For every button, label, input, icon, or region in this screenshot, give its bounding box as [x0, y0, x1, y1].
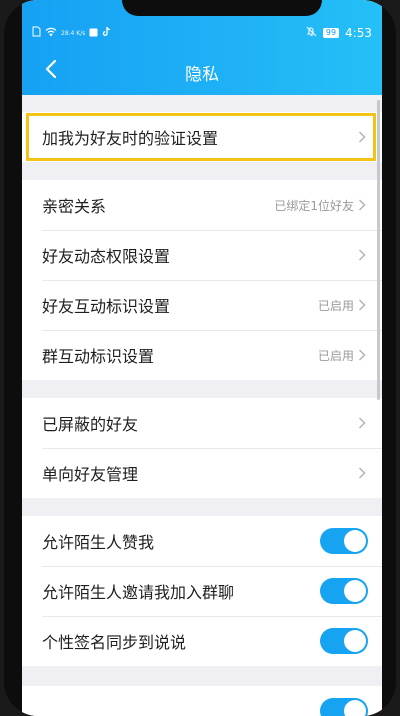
network-speed: 28.4 K/s: [61, 29, 86, 37]
chevron-right-icon: [358, 248, 368, 262]
status-bar: 28.4 K/s 99 4:53: [22, 22, 382, 44]
row-label: 个性签名同步到说说: [42, 633, 187, 652]
row-label: 允许陌生人赞我: [42, 533, 155, 552]
nav-bar: 隐私: [22, 48, 382, 94]
row-intimate-relationship[interactable]: 亲密关系 已绑定1位好友: [22, 180, 382, 230]
row-allow-stranger-group-invites: 允许陌生人邀请我加入群聊: [22, 566, 382, 616]
chevron-right-icon: [358, 130, 368, 144]
chevron-right-icon: [358, 466, 368, 480]
row-value: 已启用: [317, 348, 354, 363]
camera-notch: [122, 0, 322, 16]
row-feed-permissions[interactable]: 好友动态权限设置: [22, 230, 382, 280]
chevron-right-icon: [358, 348, 368, 362]
tiktok-icon: [102, 22, 111, 44]
row-label: 好友互动标识设置: [42, 297, 171, 316]
row-verification-settings[interactable]: 加我为好友时的验证设置: [22, 112, 382, 162]
mute-icon: [306, 22, 317, 44]
friends-group: 亲密关系 已绑定1位好友 好友动态权限设置 好友互动标识设置 已启用 群互动标识…: [22, 180, 382, 380]
page-title: 隐私: [185, 65, 219, 85]
phone-frame: 28.4 K/s 99 4:53 隐私 加我为好友时的验证设置 亲密关系 已绑定…: [4, 0, 396, 716]
verification-group: 加我为好友时的验证设置: [22, 112, 382, 162]
notification-icon: [89, 22, 98, 44]
toggle-switch[interactable]: [320, 698, 368, 716]
row-label: 已屏蔽的好友: [42, 415, 139, 434]
row-blocked-friends[interactable]: 已屏蔽的好友: [22, 398, 382, 448]
screen: 28.4 K/s 99 4:53 隐私 加我为好友时的验证设置 亲密关系 已绑定…: [22, 0, 382, 716]
row-label: 亲密关系: [42, 197, 107, 216]
row-allow-stranger-likes: 允许陌生人赞我: [22, 516, 382, 566]
status-right: 99 4:53: [306, 22, 372, 44]
status-left: 28.4 K/s: [32, 22, 111, 44]
row-sync-signature: 个性签名同步到说说: [22, 616, 382, 666]
next-group-partial: [22, 686, 382, 716]
chevron-right-icon: [358, 416, 368, 430]
chevron-right-icon: [358, 198, 368, 212]
row-label: 群互动标识设置: [42, 347, 155, 366]
toggle-switch[interactable]: [320, 628, 368, 654]
row-value: 已启用: [317, 298, 354, 313]
clock: 4:53: [345, 26, 372, 40]
row-group-interaction-badge[interactable]: 群互动标识设置 已启用: [22, 330, 382, 380]
blocked-group: 已屏蔽的好友 单向好友管理: [22, 398, 382, 498]
toggle-switch[interactable]: [320, 578, 368, 604]
row-label: 单向好友管理: [42, 465, 139, 484]
row-label: 允许陌生人邀请我加入群聊: [42, 583, 235, 602]
row-value: 已绑定1位好友: [274, 198, 354, 213]
stranger-settings-group: 允许陌生人赞我 允许陌生人邀请我加入群聊 个性签名同步到说说: [22, 516, 382, 666]
row-one-way-friends[interactable]: 单向好友管理: [22, 448, 382, 498]
row-friend-interaction-badge[interactable]: 好友互动标识设置 已启用: [22, 280, 382, 330]
sim-icon: [32, 22, 41, 44]
scrollbar[interactable]: [377, 100, 380, 400]
wifi-icon: [45, 22, 57, 44]
row-label: 加我为好友时的验证设置: [42, 129, 219, 148]
battery-indicator: 99: [322, 28, 340, 38]
row-partial: [22, 686, 382, 716]
row-label: 好友动态权限设置: [42, 247, 171, 266]
chevron-right-icon: [358, 298, 368, 312]
toggle-switch[interactable]: [320, 528, 368, 554]
